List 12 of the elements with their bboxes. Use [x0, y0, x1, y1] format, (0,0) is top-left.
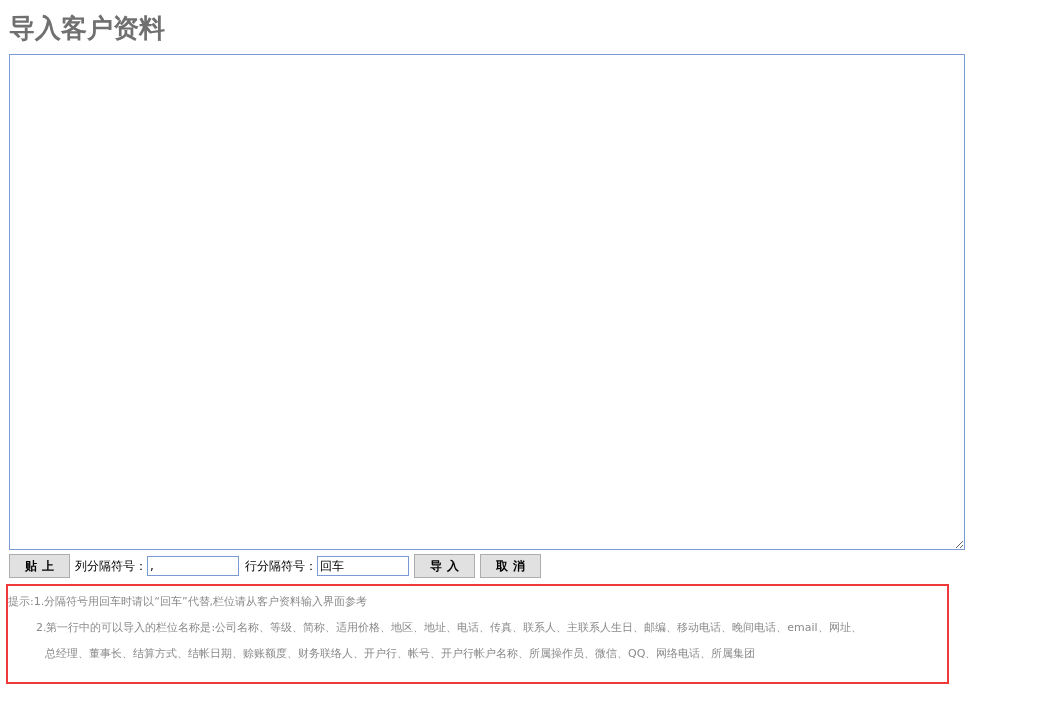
column-separator-label: 列分隔符号： — [75, 558, 147, 575]
paste-button[interactable]: 贴 上 — [9, 554, 70, 578]
import-button[interactable]: 导 入 — [414, 554, 475, 578]
tip-text: 2.第一行中的可以导入的栏位名称是:公司名称、等级、简称、适用价格、地区、地址、电话、传真、联系人、主联系人生日、邮编、移动电话、晚间电话、email、网址、 — [35, 620, 863, 636]
tip-text: 提示:1.分隔符号用回车时请以“回车”代替,栏位请从客户资料输入界面参考 — [8, 594, 369, 610]
column-separator-field[interactable]: , — [147, 556, 239, 576]
row-separator-label: 行分隔符号： — [245, 558, 317, 575]
tip-text: 总经理、董事长、结算方式、结帐日期、赊账额度、财务联络人、开户行、帐号、开户行帐户名称、所属操作员、微信、QQ、网络电话、所属集团 — [44, 646, 757, 662]
page-title: 导入客户资料 — [9, 12, 166, 45]
cancel-button[interactable]: 取 消 — [480, 554, 541, 578]
row-separator-field[interactable]: 回车 — [317, 556, 409, 576]
text-area[interactable] — [9, 54, 965, 550]
